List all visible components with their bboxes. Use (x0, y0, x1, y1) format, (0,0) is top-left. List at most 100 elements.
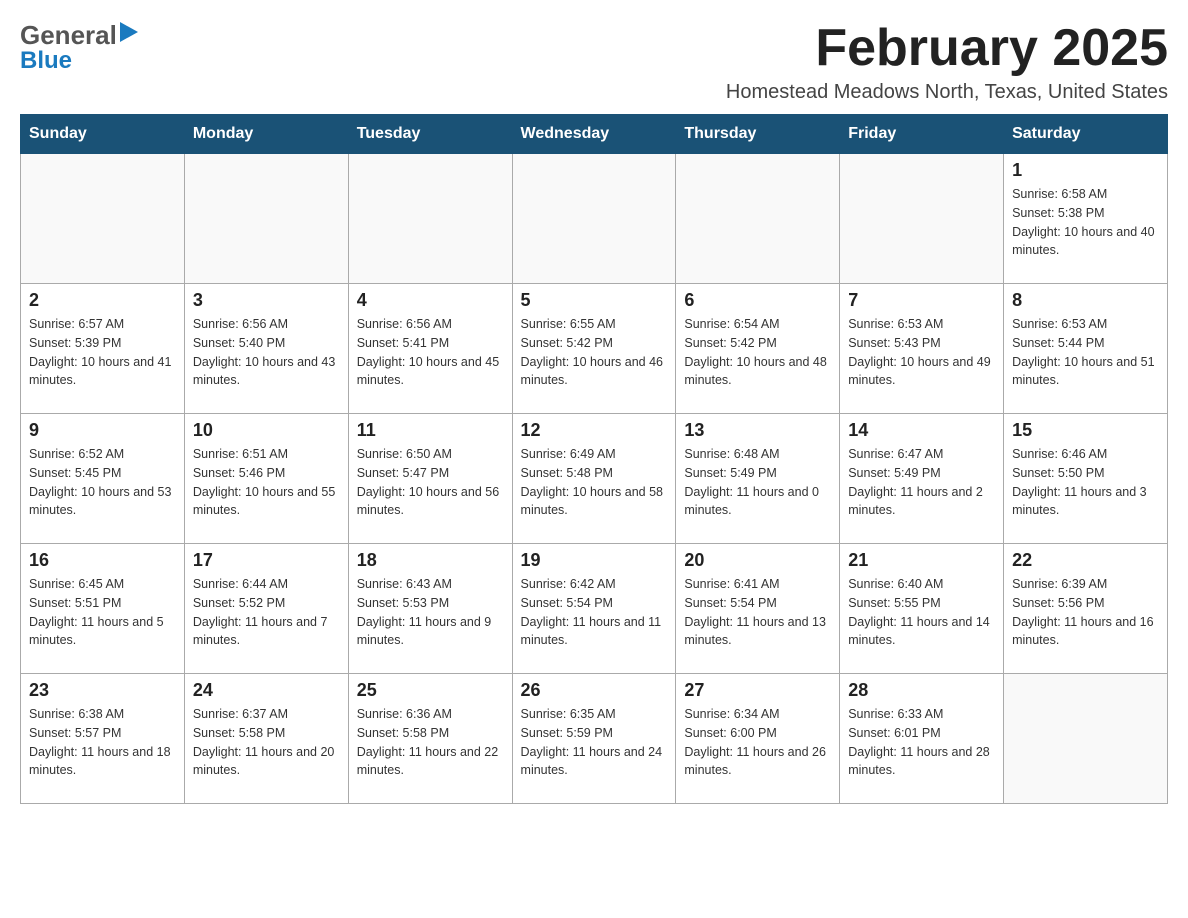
day-number: 11 (357, 420, 504, 441)
day-number: 18 (357, 550, 504, 571)
day-info: Sunrise: 6:44 AM Sunset: 5:52 PM Dayligh… (193, 575, 340, 650)
calendar-cell: 20 Sunrise: 6:41 AM Sunset: 5:54 PM Dayli… (676, 544, 840, 674)
col-friday: Friday (840, 115, 1004, 154)
calendar-cell: 27 Sunrise: 6:34 AM Sunset: 6:00 PM Dayli… (676, 674, 840, 804)
day-number: 19 (521, 550, 668, 571)
day-info: Sunrise: 6:49 AM Sunset: 5:48 PM Dayligh… (521, 445, 668, 520)
day-info: Sunrise: 6:54 AM Sunset: 5:42 PM Dayligh… (684, 315, 831, 390)
calendar-cell: 6 Sunrise: 6:54 AM Sunset: 5:42 PM Daylig… (676, 284, 840, 414)
day-number: 3 (193, 290, 340, 311)
day-info: Sunrise: 6:45 AM Sunset: 5:51 PM Dayligh… (29, 575, 176, 650)
day-number: 9 (29, 420, 176, 441)
day-info: Sunrise: 6:38 AM Sunset: 5:57 PM Dayligh… (29, 705, 176, 780)
day-number: 21 (848, 550, 995, 571)
calendar-cell: 26 Sunrise: 6:35 AM Sunset: 5:59 PM Dayli… (512, 674, 676, 804)
day-number: 5 (521, 290, 668, 311)
day-info: Sunrise: 6:47 AM Sunset: 5:49 PM Dayligh… (848, 445, 995, 520)
calendar-cell (1004, 674, 1168, 804)
day-info: Sunrise: 6:57 AM Sunset: 5:39 PM Dayligh… (29, 315, 176, 390)
calendar-cell (840, 154, 1004, 284)
day-number: 1 (1012, 160, 1159, 181)
calendar-cell: 7 Sunrise: 6:53 AM Sunset: 5:43 PM Daylig… (840, 284, 1004, 414)
day-info: Sunrise: 6:37 AM Sunset: 5:58 PM Dayligh… (193, 705, 340, 780)
calendar-cell: 22Sunrise: 6:39 AM Sunset: 5:56 PM Dayli… (1004, 544, 1168, 674)
day-number: 2 (29, 290, 176, 311)
day-number: 6 (684, 290, 831, 311)
calendar-table: Sunday Monday Tuesday Wednesday Thursday… (20, 114, 1168, 804)
day-info: Sunrise: 6:53 AM Sunset: 5:44 PM Dayligh… (1012, 315, 1159, 390)
calendar-cell: 12Sunrise: 6:49 AM Sunset: 5:48 PM Dayli… (512, 414, 676, 544)
col-saturday: Saturday (1004, 115, 1168, 154)
col-thursday: Thursday (676, 115, 840, 154)
calendar-cell (676, 154, 840, 284)
logo-arrow-icon (120, 21, 138, 49)
day-number: 25 (357, 680, 504, 701)
calendar-cell: 10Sunrise: 6:51 AM Sunset: 5:46 PM Dayli… (184, 414, 348, 544)
calendar-cell: 1 Sunrise: 6:58 AM Sunset: 5:38 PM Daylig… (1004, 154, 1168, 284)
calendar-cell: 3 Sunrise: 6:56 AM Sunset: 5:40 PM Daylig… (184, 284, 348, 414)
calendar-cell: 28 Sunrise: 6:33 AM Sunset: 6:01 PM Dayli… (840, 674, 1004, 804)
calendar-week-row: 16 Sunrise: 6:45 AM Sunset: 5:51 PM Dayli… (21, 544, 1168, 674)
day-info: Sunrise: 6:55 AM Sunset: 5:42 PM Dayligh… (521, 315, 668, 390)
calendar-cell: 24 Sunrise: 6:37 AM Sunset: 5:58 PM Dayli… (184, 674, 348, 804)
calendar-cell (512, 154, 676, 284)
calendar-cell: 23Sunrise: 6:38 AM Sunset: 5:57 PM Dayli… (21, 674, 185, 804)
day-info: Sunrise: 6:58 AM Sunset: 5:38 PM Dayligh… (1012, 185, 1159, 260)
calendar-cell: 15 Sunrise: 6:46 AM Sunset: 5:50 PM Dayli… (1004, 414, 1168, 544)
day-info: Sunrise: 6:52 AM Sunset: 5:45 PM Dayligh… (29, 445, 176, 520)
day-number: 27 (684, 680, 831, 701)
location-subtitle: Homestead Meadows North, Texas, United S… (726, 81, 1168, 104)
calendar-cell: 14 Sunrise: 6:47 AM Sunset: 5:49 PM Dayli… (840, 414, 1004, 544)
day-number: 24 (193, 680, 340, 701)
col-sunday: Sunday (21, 115, 185, 154)
day-info: Sunrise: 6:53 AM Sunset: 5:43 PM Dayligh… (848, 315, 995, 390)
day-number: 20 (684, 550, 831, 571)
day-info: Sunrise: 6:33 AM Sunset: 6:01 PM Dayligh… (848, 705, 995, 780)
day-number: 4 (357, 290, 504, 311)
day-number: 26 (521, 680, 668, 701)
page-header: General Blue February 2025 Homestead Mea… (20, 20, 1168, 104)
calendar-cell (21, 154, 185, 284)
logo-blue-text: Blue (20, 47, 72, 75)
calendar-header-row: Sunday Monday Tuesday Wednesday Thursday… (21, 115, 1168, 154)
calendar-cell: 9 Sunrise: 6:52 AM Sunset: 5:45 PM Daylig… (21, 414, 185, 544)
day-number: 22 (1012, 550, 1159, 571)
day-info: Sunrise: 6:46 AM Sunset: 5:50 PM Dayligh… (1012, 445, 1159, 520)
day-info: Sunrise: 6:40 AM Sunset: 5:55 PM Dayligh… (848, 575, 995, 650)
calendar-cell: 21 Sunrise: 6:40 AM Sunset: 5:55 PM Dayli… (840, 544, 1004, 674)
day-info: Sunrise: 6:56 AM Sunset: 5:41 PM Dayligh… (357, 315, 504, 390)
day-info: Sunrise: 6:56 AM Sunset: 5:40 PM Dayligh… (193, 315, 340, 390)
calendar-week-row: 9 Sunrise: 6:52 AM Sunset: 5:45 PM Daylig… (21, 414, 1168, 544)
day-number: 14 (848, 420, 995, 441)
day-number: 13 (684, 420, 831, 441)
day-info: Sunrise: 6:50 AM Sunset: 5:47 PM Dayligh… (357, 445, 504, 520)
day-info: Sunrise: 6:42 AM Sunset: 5:54 PM Dayligh… (521, 575, 668, 650)
day-info: Sunrise: 6:34 AM Sunset: 6:00 PM Dayligh… (684, 705, 831, 780)
calendar-cell: 13 Sunrise: 6:48 AM Sunset: 5:49 PM Dayli… (676, 414, 840, 544)
day-number: 7 (848, 290, 995, 311)
day-number: 8 (1012, 290, 1159, 311)
day-number: 28 (848, 680, 995, 701)
calendar-week-row: 1 Sunrise: 6:58 AM Sunset: 5:38 PM Daylig… (21, 154, 1168, 284)
day-number: 16 (29, 550, 176, 571)
day-number: 17 (193, 550, 340, 571)
title-section: February 2025 Homestead Meadows North, T… (726, 20, 1168, 104)
calendar-week-row: 2 Sunrise: 6:57 AM Sunset: 5:39 PM Daylig… (21, 284, 1168, 414)
calendar-cell: 18 Sunrise: 6:43 AM Sunset: 5:53 PM Dayli… (348, 544, 512, 674)
day-info: Sunrise: 6:48 AM Sunset: 5:49 PM Dayligh… (684, 445, 831, 520)
calendar-cell: 16 Sunrise: 6:45 AM Sunset: 5:51 PM Dayli… (21, 544, 185, 674)
logo: General Blue (20, 20, 138, 75)
day-info: Sunrise: 6:35 AM Sunset: 5:59 PM Dayligh… (521, 705, 668, 780)
calendar-cell: 2 Sunrise: 6:57 AM Sunset: 5:39 PM Daylig… (21, 284, 185, 414)
day-number: 10 (193, 420, 340, 441)
calendar-cell: 25 Sunrise: 6:36 AM Sunset: 5:58 PM Dayli… (348, 674, 512, 804)
calendar-cell: 5 Sunrise: 6:55 AM Sunset: 5:42 PM Daylig… (512, 284, 676, 414)
day-info: Sunrise: 6:41 AM Sunset: 5:54 PM Dayligh… (684, 575, 831, 650)
day-info: Sunrise: 6:36 AM Sunset: 5:58 PM Dayligh… (357, 705, 504, 780)
col-monday: Monday (184, 115, 348, 154)
calendar-cell: 11 Sunrise: 6:50 AM Sunset: 5:47 PM Dayli… (348, 414, 512, 544)
calendar-cell (348, 154, 512, 284)
day-info: Sunrise: 6:43 AM Sunset: 5:53 PM Dayligh… (357, 575, 504, 650)
col-wednesday: Wednesday (512, 115, 676, 154)
day-number: 15 (1012, 420, 1159, 441)
